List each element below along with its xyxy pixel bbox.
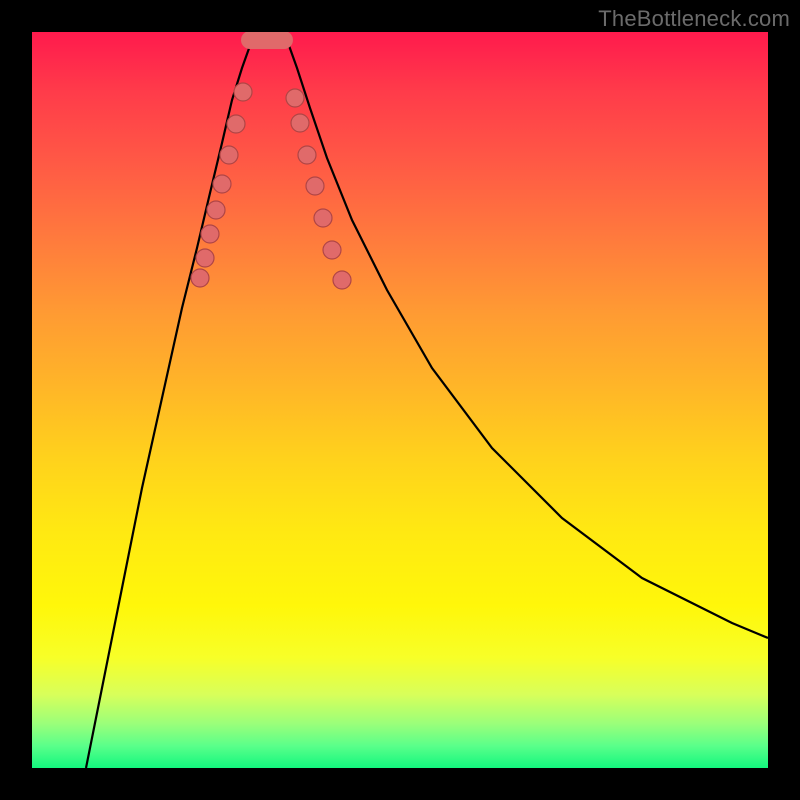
curve-right-branch (287, 40, 768, 638)
data-marker (207, 201, 225, 219)
watermark-text: TheBottleneck.com (598, 6, 790, 32)
data-marker (191, 269, 209, 287)
data-marker (291, 114, 309, 132)
data-marker (323, 241, 341, 259)
data-marker (201, 225, 219, 243)
data-marker (333, 271, 351, 289)
data-marker (220, 146, 238, 164)
data-marker (314, 209, 332, 227)
data-marker (227, 115, 245, 133)
data-marker (196, 249, 214, 267)
plot-area (32, 32, 768, 768)
marker-cluster-right (286, 89, 351, 289)
data-marker (213, 175, 231, 193)
data-marker (306, 177, 324, 195)
chart-frame: TheBottleneck.com (0, 0, 800, 800)
marker-cluster-left (191, 83, 252, 287)
data-marker (286, 89, 304, 107)
data-marker (298, 146, 316, 164)
data-marker (234, 83, 252, 101)
chart-svg (32, 32, 768, 768)
